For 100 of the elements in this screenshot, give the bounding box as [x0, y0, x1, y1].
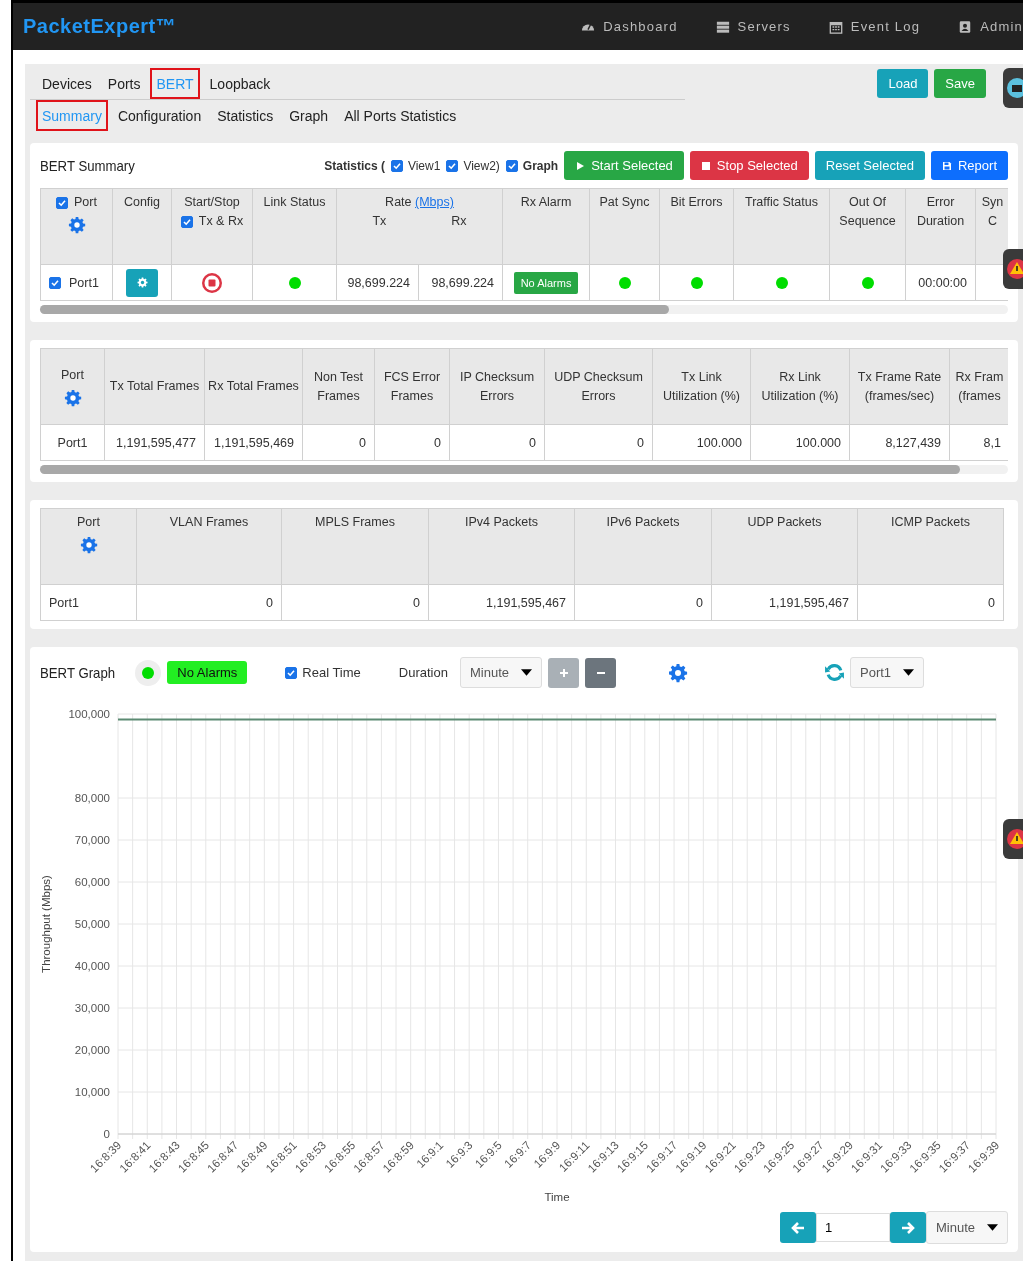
statistics-label: Statistics ( [324, 158, 385, 173]
view-checkbox[interactable]: View1 [390, 158, 441, 173]
tab[interactable]: Ports [101, 68, 147, 99]
column-header: UDP Packets [711, 508, 858, 585]
caret-icon [987, 1222, 998, 1233]
column-header: Rx Total Frames [204, 348, 303, 425]
checkbox[interactable] [49, 276, 61, 289]
table-cell: 1,191,595,467 [428, 584, 575, 621]
nav-label: Dashboard [603, 19, 678, 34]
y-axis-title: Throughput (Mbps) [40, 875, 52, 973]
floating-button[interactable] [1003, 819, 1023, 859]
scrollbar[interactable] [40, 465, 1008, 474]
settings-icon [136, 277, 148, 288]
view-checkbox[interactable]: View2) [446, 158, 500, 173]
y-tick-label: 0 [103, 1128, 110, 1140]
stop-icon[interactable] [202, 272, 222, 293]
previous-button[interactable] [779, 1212, 816, 1243]
table-cell: 0 [857, 584, 1004, 621]
tab[interactable]: Devices [36, 68, 98, 99]
checkbox[interactable] [446, 159, 459, 172]
column-header: MPLS Frames [281, 508, 429, 585]
table-cell: 0 [374, 424, 450, 461]
nav-link[interactable]: Dashboard [581, 19, 678, 34]
view-checkbox[interactable]: Graph [505, 158, 559, 173]
column-header: Tx Total Frames [104, 348, 205, 425]
table-cell: 100.000 [750, 424, 850, 461]
table-cell: 100.000 [652, 424, 751, 461]
server-icon [715, 19, 730, 34]
user-card-icon [958, 19, 973, 34]
tab[interactable]: Loopback [203, 68, 277, 99]
column-header: Pat Sync [589, 188, 660, 265]
play-icon [575, 160, 586, 171]
unit-select[interactable]: Minute [925, 1211, 1008, 1244]
caret-icon [903, 667, 915, 678]
zoom-out-button[interactable] [585, 657, 616, 688]
warning-icon [1007, 829, 1023, 849]
checkbox[interactable] [505, 159, 518, 172]
toolbar-button[interactable]: Report [930, 151, 1008, 180]
column-header: Rx Alarm [502, 188, 590, 265]
duration-label: Duration [398, 665, 448, 680]
duration-select[interactable]: Minute [459, 657, 542, 688]
settings-icon[interactable] [668, 662, 688, 683]
nav-link[interactable]: Servers [715, 19, 791, 34]
x-axis-title: Time [544, 1191, 570, 1203]
table-cell: 0 [136, 584, 282, 621]
real-time-checkbox[interactable]: Real Time [285, 665, 361, 680]
alarm-badge: No Alarms [167, 661, 248, 684]
calendar-icon [828, 19, 843, 34]
y-tick-label: 70,000 [74, 834, 110, 846]
floating-button[interactable] [1003, 249, 1023, 289]
header-label: Start/Stop [183, 194, 241, 211]
alarm-badge: No Alarms [513, 271, 579, 294]
table-cell: 0 [574, 584, 712, 621]
column-header: FCS Error Frames [374, 348, 450, 425]
nav-link[interactable]: Admin [958, 19, 1023, 34]
table-cell: 00:00:00 [905, 264, 976, 301]
unit-link[interactable]: (Mbps) [415, 195, 454, 209]
caret-icon [521, 667, 532, 678]
settings-icon[interactable] [79, 536, 98, 554]
column-header: Link Status [252, 188, 337, 265]
column-header: Non Test Frames [302, 348, 375, 425]
sub-tab[interactable]: Graph [283, 100, 335, 131]
refresh-icon[interactable] [824, 662, 845, 683]
header-label: Rx [451, 213, 467, 230]
sub-tab[interactable]: All Ports Statistics [338, 100, 463, 131]
checkbox-label: View2) [463, 158, 500, 173]
arrow-right-icon [900, 1220, 915, 1235]
checkbox[interactable] [285, 666, 298, 679]
nav-label: Admin [980, 19, 1023, 34]
column-header: IPv6 Packets [574, 508, 712, 585]
port-select[interactable]: Port1 [850, 657, 925, 688]
column-header: Error Duration [905, 188, 976, 265]
y-tick-label: 30,000 [74, 1002, 110, 1014]
scrollbar[interactable] [40, 305, 1008, 314]
page-field[interactable]: 1 [815, 1213, 890, 1242]
column-header: Tx Frame Rate (frames/sec) [849, 348, 950, 425]
settings-icon[interactable] [63, 389, 82, 407]
checkbox[interactable] [180, 215, 193, 228]
sub-tab[interactable]: Configuration [111, 100, 208, 131]
sub-tab[interactable]: Statistics [211, 100, 280, 131]
next-button[interactable] [889, 1212, 926, 1243]
column-header: ICMP Packets [857, 508, 1004, 585]
settings-icon[interactable] [67, 216, 86, 234]
table-cell: Port1 [40, 584, 137, 621]
brand-logo: PacketExpert™ [23, 15, 177, 38]
plus-icon [558, 667, 569, 678]
column-header: IP Checksum Errors [449, 348, 545, 425]
checkbox[interactable] [56, 196, 69, 209]
column-header: UDP Checksum Errors [544, 348, 653, 425]
y-tick-label: 50,000 [74, 918, 110, 930]
nav-link[interactable]: Event Log [828, 19, 921, 34]
toolbar-button[interactable]: Stop Selected [689, 151, 809, 180]
config-button[interactable] [126, 268, 158, 297]
floating-button[interactable] [1003, 68, 1023, 108]
checkbox[interactable] [390, 159, 403, 172]
checkbox-label: Graph [522, 158, 559, 173]
column-header: Rx Fram (frames [949, 348, 1008, 425]
nav-label: Servers [737, 19, 791, 34]
table-cell: 0 [302, 424, 375, 461]
card-title: BERT Summary [40, 157, 135, 174]
